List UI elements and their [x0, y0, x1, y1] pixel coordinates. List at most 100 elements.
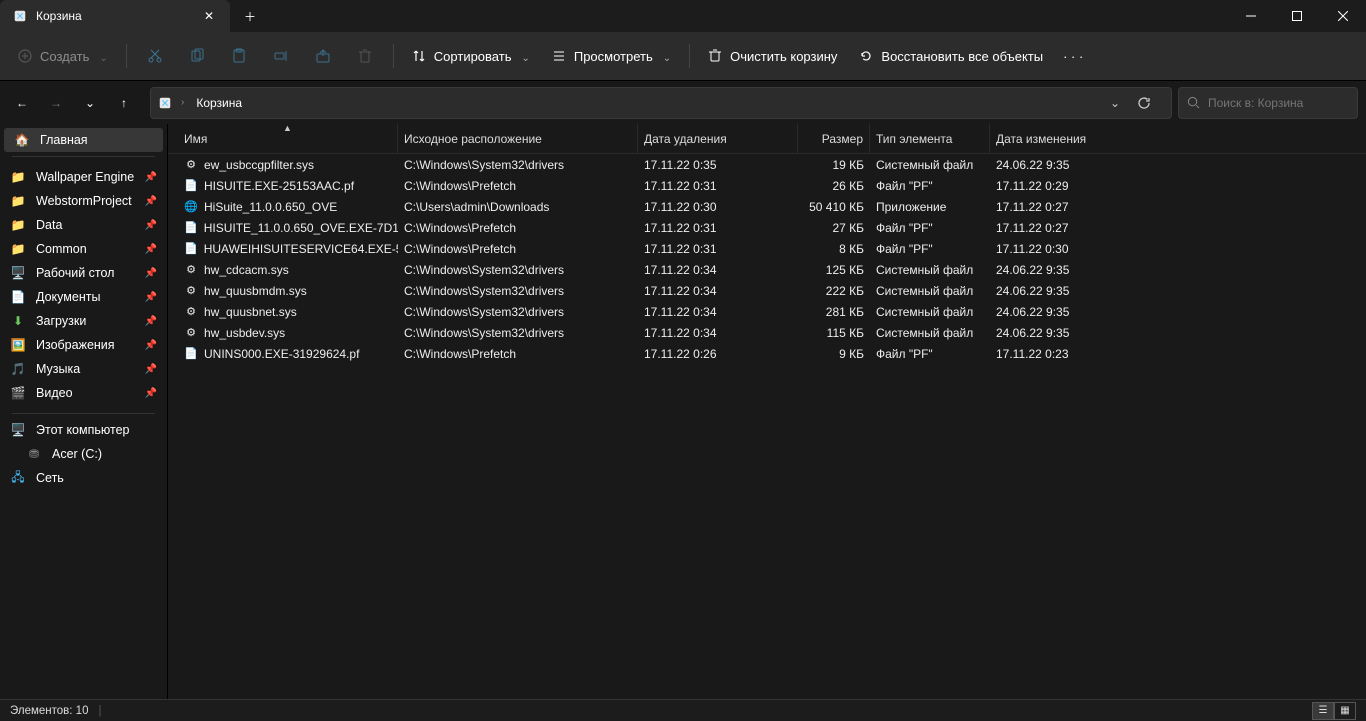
sort-icon	[412, 49, 426, 63]
column-header-del[interactable]: Дата удаления	[638, 124, 798, 153]
file-name: hw_cdcacm.sys	[204, 263, 289, 277]
table-row[interactable]: ⚙hw_quusbmdm.sysC:\Windows\System32\driv…	[168, 280, 1366, 301]
sidebar-item-pinned[interactable]: 🎵Музыка📌	[0, 357, 167, 381]
table-row[interactable]: 🌐HiSuite_11.0.0.650_OVEC:\Users\admin\Do…	[168, 196, 1366, 217]
column-header-row: Имя ▲ Исходное расположение Дата удалени…	[168, 124, 1366, 154]
sidebar-item-pinned[interactable]: 🖼️Изображения📌	[0, 333, 167, 357]
recent-button[interactable]: ⌄	[76, 89, 104, 117]
table-row[interactable]: ⚙hw_usbdev.sysC:\Windows\System32\driver…	[168, 322, 1366, 343]
file-name: HUAWEIHISUITESERVICE64.EXE-50...	[204, 242, 398, 256]
search-input[interactable]	[1208, 96, 1363, 110]
file-del: 17.11.22 0:34	[638, 284, 798, 298]
tab-close-icon[interactable]: ✕	[200, 7, 218, 25]
breadcrumb-item[interactable]: Корзина	[192, 94, 246, 112]
up-button[interactable]: ↑	[110, 89, 138, 117]
cut-button[interactable]	[135, 38, 175, 74]
sidebar-item-pinned[interactable]: 📁Common📌	[0, 237, 167, 261]
view-mode-buttons: ☰ ▦	[1312, 702, 1356, 720]
file-orig: C:\Windows\Prefetch	[398, 242, 638, 256]
minimize-button[interactable]	[1228, 0, 1274, 32]
file-type: Приложение	[870, 200, 990, 214]
toolbar: Создать Сортировать Просмотреть Очистить…	[0, 32, 1366, 80]
file-name: UNINS000.EXE-31929624.pf	[204, 347, 359, 361]
sidebar-item-label: Acer (C:)	[52, 447, 102, 461]
file-type: Файл "PF"	[870, 242, 990, 256]
search-box[interactable]	[1178, 87, 1358, 119]
sort-button[interactable]: Сортировать	[402, 43, 540, 70]
table-row[interactable]: ⚙hw_quusbnet.sysC:\Windows\System32\driv…	[168, 301, 1366, 322]
plus-circle-icon	[18, 49, 32, 63]
column-header-size[interactable]: Размер	[798, 124, 870, 153]
empty-bin-button[interactable]: Очистить корзину	[698, 43, 847, 70]
file-name: hw_quusbnet.sys	[204, 305, 297, 319]
sidebar-item-computer[interactable]: 🖥️ Этот компьютер	[0, 418, 167, 442]
sidebar-item-pinned[interactable]: 📁Data📌	[0, 213, 167, 237]
file-name: HiSuite_11.0.0.650_OVE	[204, 200, 337, 214]
delete-button[interactable]	[345, 38, 385, 74]
table-row[interactable]: 📄HISUITE.EXE-25153AAC.pfC:\Windows\Prefe…	[168, 175, 1366, 196]
sidebar-item-pinned[interactable]: ⬇Загрузки📌	[0, 309, 167, 333]
recycle-bin-icon	[157, 95, 173, 111]
file-icon: 📄	[184, 179, 198, 193]
pin-icon: 📌	[145, 196, 157, 207]
copy-button[interactable]	[177, 38, 217, 74]
sidebar-pinned-group: 📁Wallpaper Engine📌📁WebstormProject📌📁Data…	[0, 161, 167, 409]
column-header-name[interactable]: Имя ▲	[178, 124, 398, 153]
forward-button[interactable]: →	[42, 89, 70, 117]
restore-icon	[859, 49, 873, 63]
sidebar-item-label: Загрузки	[36, 314, 86, 328]
more-button[interactable]: · · ·	[1055, 43, 1091, 70]
file-mod: 24.06.22 9:35	[990, 284, 1140, 298]
refresh-button[interactable]	[1137, 96, 1165, 110]
back-button[interactable]: ←	[8, 89, 36, 117]
column-header-mod[interactable]: Дата изменения	[990, 124, 1140, 153]
sidebar-item-pinned[interactable]: 📁Wallpaper Engine📌	[0, 165, 167, 189]
sidebar-item-pinned[interactable]: 📄Документы📌	[0, 285, 167, 309]
paste-button[interactable]	[219, 38, 259, 74]
file-mod: 24.06.22 9:35	[990, 263, 1140, 277]
sidebar-item-pinned[interactable]: 🎬Видео📌	[0, 381, 167, 405]
more-icon: · · ·	[1063, 49, 1083, 64]
new-tab-button[interactable]: ＋	[230, 0, 270, 32]
drive-icon: ⛃	[26, 446, 42, 462]
tab-active[interactable]: Корзина ✕	[0, 0, 230, 32]
file-size: 125 КБ	[798, 263, 870, 277]
view-icon	[552, 49, 566, 63]
sidebar-item-network[interactable]: 🖧 Сеть	[0, 466, 167, 490]
navigation-row: ← → ⌄ ↑ › Корзина ⌄	[0, 80, 1366, 124]
sidebar-item-home[interactable]: 🏠 Главная	[4, 128, 163, 152]
sidebar-item-pinned[interactable]: 📁WebstormProject📌	[0, 189, 167, 213]
file-type: Файл "PF"	[870, 221, 990, 235]
doc-icon: 📄	[10, 289, 26, 305]
details-view-button[interactable]: ☰	[1312, 702, 1334, 720]
column-header-orig[interactable]: Исходное расположение	[398, 124, 638, 153]
sidebar-item-label: Главная	[40, 133, 88, 147]
table-row[interactable]: 📄UNINS000.EXE-31929624.pfC:\Windows\Pref…	[168, 343, 1366, 364]
file-icon: ⚙	[184, 263, 198, 277]
thumbnails-view-button[interactable]: ▦	[1334, 702, 1356, 720]
file-name: hw_usbdev.sys	[204, 326, 285, 340]
recycle-bin-icon	[12, 8, 28, 24]
restore-all-button[interactable]: Восстановить все объекты	[849, 43, 1053, 70]
address-dropdown-button[interactable]: ⌄	[1101, 96, 1129, 110]
maximize-button[interactable]	[1274, 0, 1320, 32]
file-list: ⚙ew_usbccgpfilter.sysC:\Windows\System32…	[168, 154, 1366, 699]
chevron-down-icon	[97, 49, 107, 64]
table-row[interactable]: ⚙ew_usbccgpfilter.sysC:\Windows\System32…	[168, 154, 1366, 175]
share-button[interactable]	[303, 38, 343, 74]
create-button[interactable]: Создать	[8, 43, 118, 70]
file-size: 115 КБ	[798, 326, 870, 340]
folder-icon: 📁	[10, 169, 26, 185]
file-type: Системный файл	[870, 158, 990, 172]
table-row[interactable]: 📄HISUITE_11.0.0.650_OVE.EXE-7D131...C:\W…	[168, 217, 1366, 238]
column-header-type[interactable]: Тип элемента	[870, 124, 990, 153]
view-button[interactable]: Просмотреть	[542, 43, 681, 70]
file-mod: 24.06.22 9:35	[990, 326, 1140, 340]
sidebar-item-pinned[interactable]: 🖥️Рабочий стол📌	[0, 261, 167, 285]
table-row[interactable]: ⚙hw_cdcacm.sysC:\Windows\System32\driver…	[168, 259, 1366, 280]
rename-button[interactable]	[261, 38, 301, 74]
sidebar-item-drive[interactable]: ⛃ Acer (C:)	[0, 442, 167, 466]
close-button[interactable]	[1320, 0, 1366, 32]
address-bar[interactable]: › Корзина ⌄	[150, 87, 1172, 119]
table-row[interactable]: 📄HUAWEIHISUITESERVICE64.EXE-50...C:\Wind…	[168, 238, 1366, 259]
